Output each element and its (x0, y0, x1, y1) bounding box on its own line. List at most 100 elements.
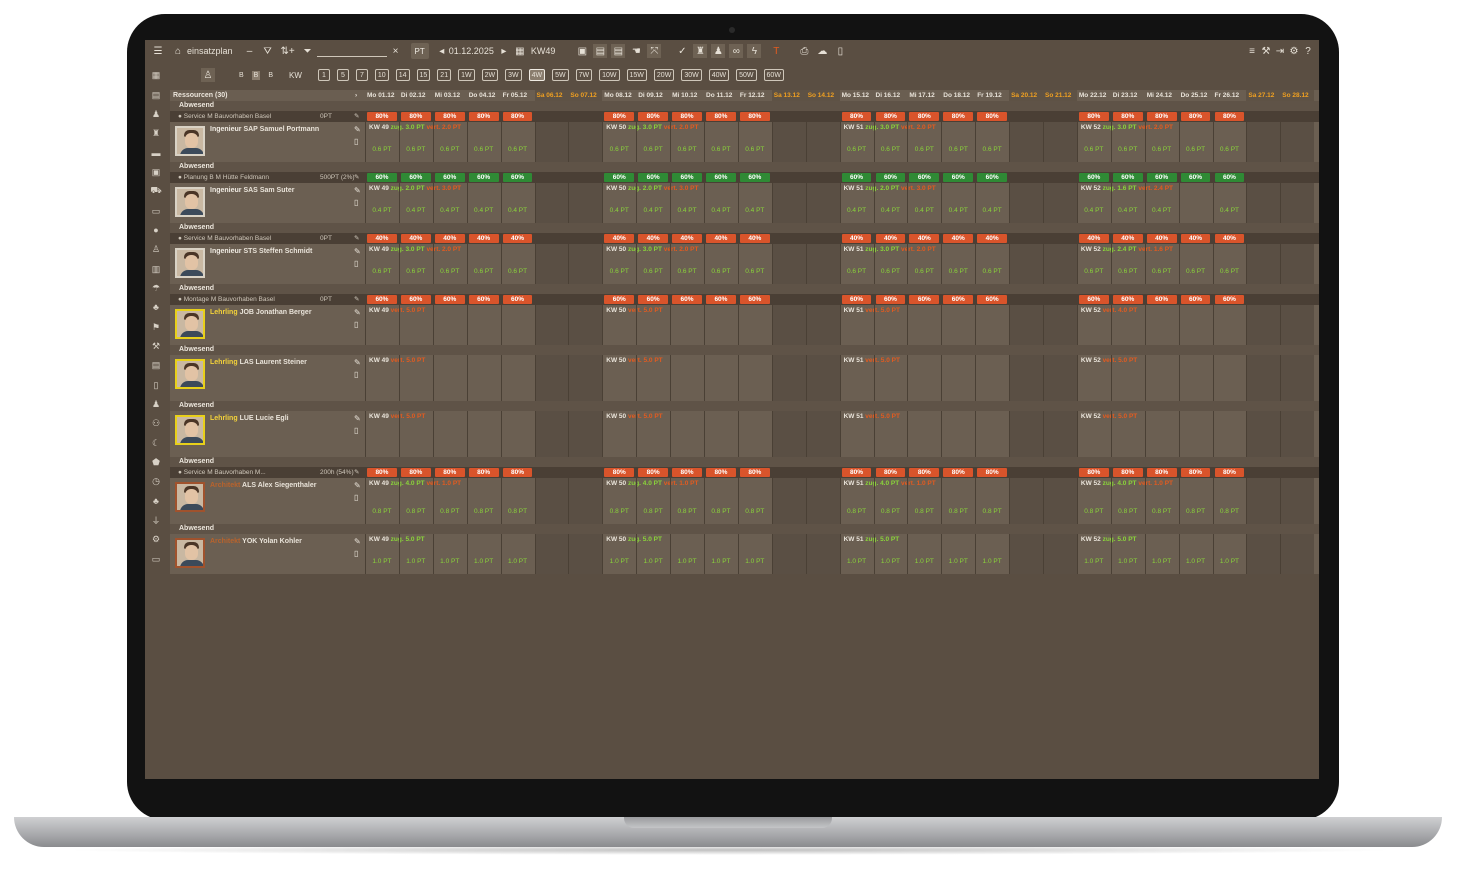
percent-cell[interactable]: 80% (400, 112, 431, 121)
daily-pt-cell[interactable]: 0.8 PT (501, 508, 535, 515)
percent-cell[interactable]: 60% (367, 173, 397, 182)
help-icon[interactable]: ? (1301, 44, 1315, 58)
daily-pt-cell[interactable]: 0.4 PT (1145, 207, 1179, 214)
percent-cell[interactable]: 40% (400, 234, 431, 243)
percent-cell[interactable]: 60% (604, 173, 635, 182)
daily-pt-cell[interactable]: 1.0 PT (1145, 558, 1179, 565)
percent-cell[interactable]: 80% (841, 468, 872, 477)
lightning-icon[interactable]: ϟ (747, 44, 762, 58)
percent-cell[interactable]: 80% (875, 468, 906, 477)
person-name[interactable]: Lehrling LUE Lucie Egli (210, 415, 289, 422)
daily-pt-cell[interactable]: 1.0 PT (433, 558, 467, 565)
range-button-20w[interactable]: 20W (653, 69, 675, 81)
percent-cell[interactable]: 60% (841, 173, 872, 182)
daily-pt-cell[interactable]: 0.8 PT (1179, 508, 1213, 515)
document-icon[interactable]: ▯ (833, 44, 847, 58)
tag-nav-icon[interactable]: ⬟ (149, 455, 163, 469)
percent-cell[interactable]: 60% (977, 173, 1008, 182)
person-row[interactable]: Architekt YOK Yolan Kohler ✎ ▯ KW 49 zug. 5… (170, 534, 1319, 574)
percent-cell[interactable]: 60% (909, 173, 940, 182)
daily-pt-cell[interactable]: 0.4 PT (941, 207, 975, 214)
assignment-label[interactable]: ● Montage M Bauvorhaben Basel (178, 294, 275, 305)
daily-pt-cell[interactable]: 0.6 PT (602, 146, 636, 153)
logout-icon[interactable]: ⇥ (1273, 44, 1287, 58)
day-header[interactable]: Do 18.12 (941, 90, 975, 101)
assignment-row[interactable]: ● Service M Bauvorhaben M... 200h (54%) ✎ 8… (170, 467, 1319, 478)
moon-nav-icon[interactable]: ☾ (149, 436, 163, 450)
daily-pt-cell[interactable]: 0.4 PT (1077, 207, 1111, 214)
daily-pt-cell[interactable]: 1.0 PT (636, 558, 670, 565)
team-icon[interactable]: ♜ (693, 44, 708, 58)
day-header[interactable]: Fr 26.12 (1213, 90, 1247, 101)
range-button-10w[interactable]: 10W (599, 69, 620, 81)
daily-pt-cell[interactable]: 0.8 PT (636, 508, 670, 515)
contact-nav-icon[interactable]: ▯ (149, 378, 163, 392)
daily-pt-cell[interactable]: 0.4 PT (874, 207, 908, 214)
daily-pt-cell[interactable]: 0.8 PT (670, 508, 704, 515)
daily-pt-cell[interactable]: 0.8 PT (365, 508, 399, 515)
daily-pt-cell[interactable]: 0.6 PT (1145, 146, 1179, 153)
person-row[interactable]: Ingenieur STS Steffen Schmidt ✎ ▯ KW 49 zug… (170, 244, 1319, 284)
percent-cell[interactable]: 60% (400, 173, 431, 182)
day-header[interactable]: So 21.12 (1043, 90, 1077, 101)
document-icon[interactable]: ▯ (354, 493, 358, 502)
daily-pt-cell[interactable]: 0.6 PT (704, 268, 738, 275)
monitor-nav-icon[interactable]: ▭ (149, 204, 163, 218)
daily-pt-cell[interactable]: 0.6 PT (1213, 268, 1247, 275)
percent-cell[interactable]: 80% (706, 468, 736, 477)
daily-pt-cell[interactable]: 1.0 PT (840, 558, 874, 565)
daily-pt-cell[interactable]: 0.6 PT (670, 268, 704, 275)
people-nav-icon[interactable]: ♟ (149, 107, 163, 121)
percent-cell[interactable]: 40% (875, 234, 906, 243)
percent-cell[interactable]: 60% (400, 295, 431, 304)
person-row[interactable]: Ingenieur SAP Samuel Portmann ✎ ▯ KW 49 zug… (170, 122, 1319, 162)
range-button-1[interactable]: 1 (317, 69, 330, 81)
daily-pt-cell[interactable]: 0.6 PT (1077, 146, 1111, 153)
percent-cell[interactable]: 80% (1078, 112, 1109, 121)
daily-pt-cell[interactable]: 0.4 PT (1213, 207, 1247, 214)
daily-pt-cell[interactable]: 1.0 PT (1111, 558, 1145, 565)
percent-cell[interactable]: 40% (672, 234, 702, 243)
percent-cell[interactable]: 80% (1180, 468, 1211, 477)
percent-cell[interactable]: 60% (943, 295, 974, 304)
daily-pt-cell[interactable]: 0.6 PT (1111, 146, 1145, 153)
percent-cell[interactable]: 80% (909, 112, 940, 121)
range-button-5[interactable]: 5 (336, 69, 349, 81)
daily-pt-cell[interactable]: 0.6 PT (1179, 146, 1213, 153)
plug-nav-icon[interactable]: ⏚ (149, 513, 163, 527)
gear-icon[interactable]: ⚙ (1287, 44, 1301, 58)
edit-icon[interactable]: ✎ (354, 481, 361, 490)
document-icon[interactable]: ▯ (354, 259, 358, 268)
daily-pt-cell[interactable]: 1.0 PT (602, 558, 636, 565)
daily-pt-cell[interactable]: 0.6 PT (941, 146, 975, 153)
percent-cell[interactable]: 80% (672, 112, 702, 121)
percent-cell[interactable]: 60% (1112, 295, 1143, 304)
percent-cell[interactable]: 40% (739, 234, 770, 243)
crane-nav-icon[interactable]: ⚑ (149, 320, 163, 334)
person-row[interactable]: Architekt ALS Alex Siegenthaler ✎ ▯ KW 49 z… (170, 478, 1319, 524)
day-header[interactable]: Sa 13.12 (771, 90, 806, 101)
percent-cell[interactable]: 80% (1078, 468, 1109, 477)
day-header[interactable]: Mo 08.12 (602, 90, 636, 101)
percent-cell[interactable]: 60% (706, 173, 736, 182)
daily-pt-cell[interactable]: 1.0 PT (501, 558, 535, 565)
percent-cell[interactable]: 60% (468, 295, 499, 304)
percent-cell[interactable]: 40% (638, 234, 669, 243)
percent-cell[interactable]: 80% (739, 112, 770, 121)
percent-cell[interactable]: 80% (468, 468, 499, 477)
daily-pt-cell[interactable]: 0.6 PT (365, 146, 399, 153)
edit-icon[interactable]: ✎ (354, 308, 361, 317)
settings-list-icon[interactable]: ≡ (1245, 44, 1259, 58)
daily-pt-cell[interactable]: 0.4 PT (704, 207, 738, 214)
day-header[interactable]: Di 02.12 (399, 90, 433, 101)
percent-cell[interactable]: 80% (1214, 468, 1245, 477)
assignment-row[interactable]: ● Service M Bauvorhaben Basel 0PT ✎ 40% 40% 4… (170, 233, 1319, 244)
range-button-15w[interactable]: 15W (626, 69, 647, 81)
daily-pt-cell[interactable]: 1.0 PT (874, 558, 908, 565)
percent-cell[interactable]: 80% (739, 468, 770, 477)
percent-cell[interactable]: 80% (1112, 112, 1143, 121)
percent-cell[interactable]: 60% (739, 295, 770, 304)
percent-cell[interactable]: 60% (977, 295, 1008, 304)
daily-pt-cell[interactable]: 0.4 PT (670, 207, 704, 214)
daily-pt-cell[interactable]: 0.6 PT (467, 268, 501, 275)
